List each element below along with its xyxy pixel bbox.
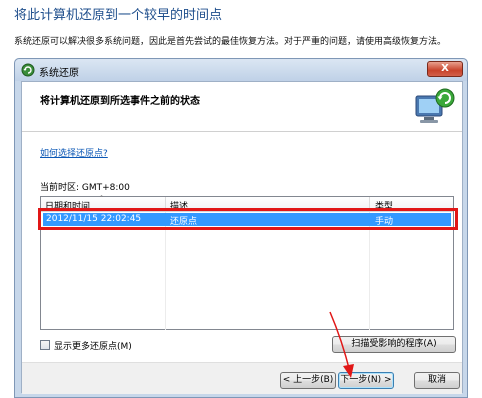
cancel-button[interactable]: 取消 (414, 372, 460, 389)
dialog-client-area: 将计算机还原到所选事件之前的状态 如何选择还原点? 当前时区: GMT+8:00… (21, 81, 463, 394)
page-description: 系统还原可以解决很多系统问题，因此是首先尝试的最佳恢复方法。对于严重的问题，请使… (14, 37, 447, 47)
footer-band (22, 362, 462, 394)
system-restore-app-icon (21, 63, 35, 77)
dialog-titlebar[interactable]: 系统还原 X (15, 59, 467, 81)
page-title: 将此计算机还原到一个较早的时间点 (14, 8, 223, 23)
help-choose-restore-point-link[interactable]: 如何选择还原点? (40, 146, 108, 159)
timezone-label: 当前时区: GMT+8:00 (40, 183, 130, 193)
selected-row-highlight-box (38, 208, 458, 230)
close-button[interactable]: X (427, 61, 463, 77)
scan-affected-programs-button[interactable]: 扫描受影响的程序(A) (332, 336, 456, 353)
back-button[interactable]: < 上一步(B) (280, 372, 336, 389)
sort-ascending-icon: ^ (99, 195, 105, 202)
dialog-title: 系统还原 (39, 68, 79, 79)
show-more-restore-points-checkbox[interactable] (40, 340, 50, 350)
show-more-restore-points-label[interactable]: 显示更多还原点(M) (54, 339, 132, 352)
dialog-header-title: 将计算机还原到所选事件之前的状态 (40, 96, 200, 107)
next-button[interactable]: 下一步(N) > (338, 372, 394, 389)
header-band: 将计算机还原到所选事件之前的状态 (22, 82, 462, 132)
restore-computer-icon (415, 88, 455, 123)
